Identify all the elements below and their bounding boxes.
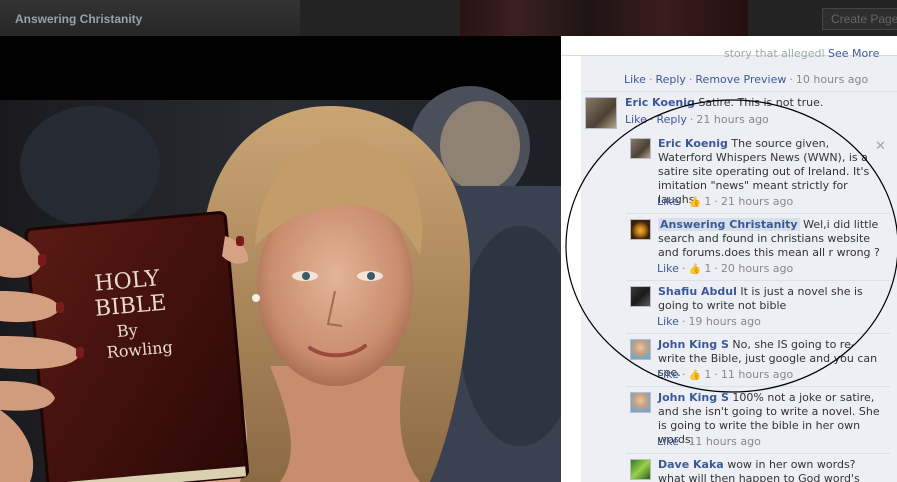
comment-actions: Like · 11 hours ago: [657, 435, 761, 448]
comment-author[interactable]: John King S: [658, 391, 729, 404]
like-link[interactable]: Like: [657, 315, 679, 328]
avatar[interactable]: [585, 97, 617, 129]
top-bar: Answering Christanity Create Page: [0, 0, 897, 36]
comment-actions: Like · Reply · 21 hours ago: [625, 113, 769, 126]
create-page-button[interactable]: Create Page: [822, 8, 897, 30]
comment-timestamp: 21 hours ago: [696, 113, 769, 126]
comment-timestamp: 20 hours ago: [720, 262, 794, 275]
divider: [582, 91, 897, 92]
post-photo[interactable]: HOLY BIBLE By Rowling: [0, 36, 561, 482]
divider: [626, 280, 890, 281]
separator-dot: ·: [714, 368, 718, 381]
reply-shafiu-abdul: Shafiu Abdul It is just a novel she is g…: [658, 285, 880, 313]
separator-dot: ·: [648, 73, 653, 86]
post-story-text: story that allegedl See More: [724, 47, 879, 60]
avatar[interactable]: [630, 459, 651, 480]
comment-author[interactable]: Shafiu Abdul: [658, 285, 737, 298]
thumbs-up-icon: 👍: [688, 264, 701, 275]
reply-link[interactable]: Reply: [656, 113, 686, 126]
comment-actions: Like · 19 hours ago: [657, 315, 761, 328]
comment-author[interactable]: Eric Koenig: [658, 137, 728, 150]
separator-dot: ·: [681, 262, 686, 275]
comment-author[interactable]: Eric Koenig: [625, 96, 695, 109]
comment-author[interactable]: Answering Christanity: [658, 218, 800, 231]
like-link[interactable]: Like: [657, 435, 679, 448]
reply-answering-christanity: Answering Christanity Wel,i did little s…: [658, 218, 880, 260]
like-link[interactable]: Like: [625, 113, 647, 126]
page-name[interactable]: Answering Christanity: [15, 12, 142, 26]
like-link[interactable]: Like: [657, 195, 679, 208]
story-snippet: story that allegedl: [724, 47, 825, 60]
avatar[interactable]: [630, 138, 651, 159]
like-link[interactable]: Like: [657, 262, 679, 275]
book-title-line3: By: [116, 320, 138, 341]
see-more-link[interactable]: See More: [828, 47, 879, 60]
thumbs-up-icon: 👍: [688, 197, 701, 208]
comment-timestamp: 11 hours ago: [720, 368, 794, 381]
avatar[interactable]: [630, 392, 651, 413]
post-actions: Like · Reply · Remove Preview · 10 hours ago: [624, 73, 868, 86]
comment-actions: Like · 👍 1 · 20 hours ago: [657, 262, 793, 275]
separator-dot: ·: [681, 368, 686, 381]
comment-eric-koenig-1: Eric Koenig Satire. This is not true.: [625, 96, 895, 110]
separator-dot: ·: [681, 435, 686, 448]
page-header: Answering Christanity: [0, 0, 300, 36]
separator-dot: ·: [714, 195, 718, 208]
separator-dot: ·: [681, 315, 686, 328]
divider: [626, 386, 890, 387]
divider: [626, 453, 890, 454]
divider: [626, 213, 890, 214]
photo-image: HOLY BIBLE By Rowling: [0, 36, 561, 482]
reply-dave-kaka: Dave Kaka wow in her own words? what wil…: [658, 458, 880, 482]
separator-dot: ·: [649, 113, 654, 126]
separator-dot: ·: [789, 73, 793, 86]
remove-preview-link[interactable]: Remove Preview: [695, 73, 786, 86]
post-timestamp: 10 hours ago: [795, 73, 869, 86]
comment-author[interactable]: Dave Kaka: [658, 458, 724, 471]
like-link[interactable]: Like: [657, 368, 679, 381]
post-like-link[interactable]: Like: [624, 73, 646, 86]
comment-timestamp: 19 hours ago: [688, 315, 761, 328]
comment-author[interactable]: John King S: [658, 338, 729, 351]
comment-timestamp: 21 hours ago: [720, 195, 794, 208]
separator-dot: ·: [689, 113, 694, 126]
separator-dot: ·: [681, 195, 686, 208]
comment-timestamp: 11 hours ago: [688, 435, 761, 448]
separator-dot: ·: [714, 262, 718, 275]
avatar[interactable]: [630, 339, 651, 360]
avatar[interactable]: [630, 219, 651, 240]
post-reply-link[interactable]: Reply: [655, 73, 685, 86]
comment-actions: Like · 👍 1 · 11 hours ago: [657, 368, 793, 381]
cover-photo-strip: [460, 0, 748, 36]
close-icon[interactable]: ✕: [875, 139, 886, 154]
comment-actions: Like · 👍 1 · 21 hours ago: [657, 195, 793, 208]
thumbs-up-icon: 👍: [688, 370, 701, 381]
separator-dot: ·: [688, 73, 693, 86]
avatar[interactable]: [630, 286, 651, 307]
divider: [626, 333, 890, 334]
comment-body: Satire. This is not true.: [698, 96, 824, 109]
